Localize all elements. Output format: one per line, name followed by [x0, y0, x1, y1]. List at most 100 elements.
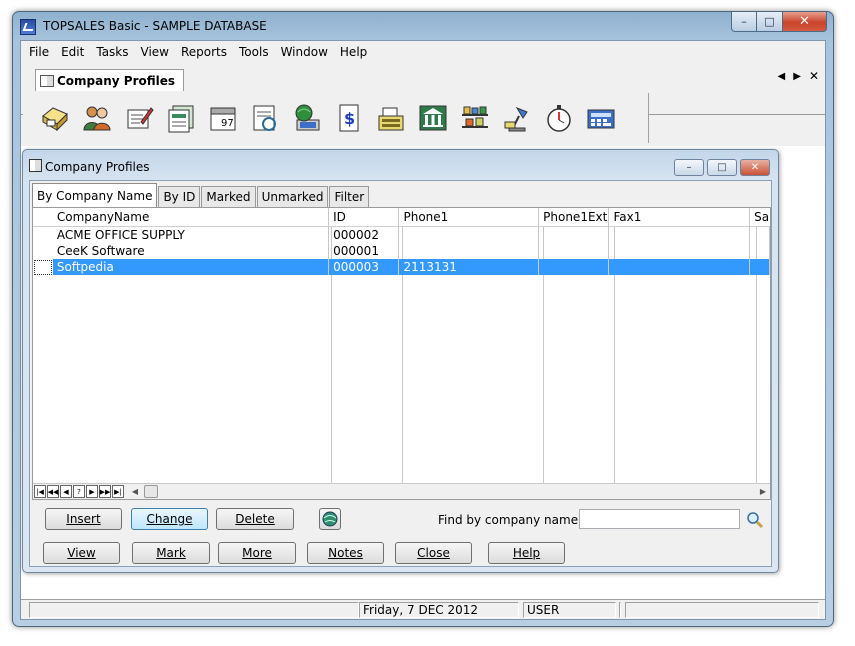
column-header-id[interactable]: ID [329, 208, 400, 227]
cell-sa [750, 243, 770, 259]
cell-id: 000003 [329, 259, 400, 275]
next-page-button[interactable]: ▶▶ [99, 485, 111, 498]
last-record-button[interactable]: ▶| [112, 485, 124, 498]
table-row[interactable]: CeeK Software 000001 [33, 243, 770, 259]
table-row[interactable]: ACME OFFICE SUPPLY 000002 [33, 227, 770, 243]
tab-prev-icon[interactable]: ◀ [778, 71, 786, 83]
change-button[interactable]: Change [131, 508, 208, 530]
child-close-button[interactable]: ✕ [740, 159, 770, 176]
tab-by-company-name[interactable]: By Company Name [32, 183, 158, 207]
grid-rows: ACME OFFICE SUPPLY 000002 CeeK Software … [33, 227, 770, 275]
maximize-button[interactable]: □ [757, 12, 783, 32]
scroll-thumb[interactable] [144, 485, 158, 498]
scroll-right-icon[interactable]: ▶ [756, 485, 770, 499]
notes-icon[interactable] [247, 100, 283, 136]
menu-view[interactable]: View [135, 45, 175, 59]
menu-tools[interactable]: Tools [233, 45, 275, 59]
next-record-button[interactable]: ▶ [86, 485, 98, 498]
menu-window[interactable]: Window [275, 45, 334, 59]
tab-marked[interactable]: Marked [201, 186, 256, 207]
more-button[interactable]: More [218, 542, 296, 564]
tab-next-icon[interactable]: ▶ [793, 71, 801, 83]
internet-icon[interactable] [289, 100, 325, 136]
company-grid[interactable]: CompanyName ID Phone1 Phone1Ext Fax1 Sa … [32, 207, 771, 500]
menu-edit[interactable]: Edit [55, 45, 90, 59]
close-button[interactable]: ✕ [783, 12, 827, 32]
document-tab-nav: ◀ ▶ ✕ [778, 69, 819, 83]
company-profiles-window: Company Profiles – □ ✕ By Company Name B… [22, 149, 779, 573]
document-tab-company-profiles[interactable]: Company Profiles [35, 69, 185, 91]
products-icon[interactable] [457, 100, 493, 136]
column-header-companyname[interactable]: CompanyName [53, 208, 330, 227]
row-indicator-header [33, 208, 53, 227]
status-bar: Friday, 7 DEC 2012 USER [21, 599, 825, 619]
cell-id: 000001 [329, 243, 400, 259]
menu-tasks[interactable]: Tasks [90, 45, 134, 59]
child-window-title: Company Profiles [45, 160, 150, 174]
svg-text:$: $ [344, 109, 355, 128]
search-icon[interactable] [746, 511, 764, 529]
tab-filter[interactable]: Filter [329, 186, 370, 207]
app-logo-icon [20, 19, 36, 35]
tab-by-id[interactable]: By ID [158, 186, 201, 207]
cell-id: 000002 [329, 227, 400, 243]
client-area: File Edit Tasks View Reports Tools Windo… [20, 40, 826, 620]
cell-fax1 [609, 259, 751, 275]
close-dialog-button[interactable]: Close [395, 542, 472, 564]
cash-register-icon[interactable] [373, 100, 409, 136]
record-navigator: |◀ ◀◀ ◀ ? ▶ ▶▶ ▶| ◀ ▶ [33, 483, 770, 499]
column-header-phone1ext[interactable]: Phone1Ext [539, 208, 610, 227]
notes-button[interactable]: Notes [307, 542, 384, 564]
window-title: TOPSALES Basic - SAMPLE DATABASE [43, 19, 267, 33]
edit-document-icon[interactable] [121, 100, 157, 136]
web-lookup-button[interactable] [319, 508, 341, 530]
menu-reports[interactable]: Reports [175, 45, 233, 59]
tab-close-icon[interactable]: ✕ [809, 69, 819, 83]
view-tabs: By Company Name By ID Marked Unmarked Fi… [32, 183, 370, 207]
help-record-button[interactable]: ? [73, 485, 85, 498]
child-maximize-button[interactable]: □ [707, 159, 737, 176]
profile-card-icon [40, 74, 54, 87]
table-row-selected[interactable]: Softpedia 000003 2113131 [33, 259, 770, 275]
status-cell-message [29, 602, 359, 618]
tab-unmarked[interactable]: Unmarked [256, 186, 329, 207]
delete-button[interactable]: Delete [216, 508, 294, 530]
bank-icon[interactable] [415, 100, 451, 136]
cell-phone1 [399, 243, 540, 259]
view-button[interactable]: View [43, 542, 120, 564]
first-record-button[interactable]: |◀ [34, 485, 46, 498]
document-tab-strip: Company Profiles ◀ ▶ ✕ [21, 65, 825, 115]
company-profiles-icon[interactable] [37, 100, 73, 136]
letters-icon[interactable] [163, 100, 199, 136]
profile-card-icon [29, 159, 42, 172]
scroll-left-icon[interactable]: ◀ [128, 485, 142, 499]
calendar-icon[interactable]: 97 [205, 100, 241, 136]
find-company-input[interactable] [579, 509, 740, 529]
help-button[interactable]: Help [488, 542, 565, 564]
mark-button[interactable]: Mark [132, 542, 210, 564]
calculator-icon[interactable] [583, 100, 619, 136]
menu-help[interactable]: Help [334, 45, 373, 59]
title-bar[interactable]: TOPSALES Basic - SAMPLE DATABASE – □ ✕ [13, 12, 833, 40]
invoice-dollar-icon[interactable]: $ [331, 100, 367, 136]
child-window-body: By Company Name By ID Marked Unmarked Fi… [29, 180, 772, 567]
child-minimize-button[interactable]: – [674, 159, 704, 176]
cell-sa [750, 227, 770, 243]
desk-lamp-icon[interactable] [499, 100, 535, 136]
window-controls: – □ ✕ [731, 12, 827, 32]
column-header-sa[interactable]: Sa [750, 208, 770, 227]
cell-phone1 [399, 227, 540, 243]
menu-file[interactable]: File [23, 45, 55, 59]
grid-header: CompanyName ID Phone1 Phone1Ext Fax1 Sa [33, 208, 770, 227]
menu-bar: File Edit Tasks View Reports Tools Windo… [21, 41, 825, 63]
horizontal-scrollbar[interactable]: ◀ ▶ [128, 485, 770, 499]
prev-record-button[interactable]: ◀ [60, 485, 72, 498]
stopwatch-icon[interactable] [541, 100, 577, 136]
column-header-phone1[interactable]: Phone1 [399, 208, 540, 227]
insert-button[interactable]: Insert [45, 508, 122, 530]
prev-page-button[interactable]: ◀◀ [47, 485, 59, 498]
column-header-fax1[interactable]: Fax1 [609, 208, 751, 227]
contacts-icon[interactable] [79, 100, 115, 136]
cell-company-name: CeeK Software [53, 243, 330, 259]
minimize-button[interactable]: – [731, 12, 757, 32]
